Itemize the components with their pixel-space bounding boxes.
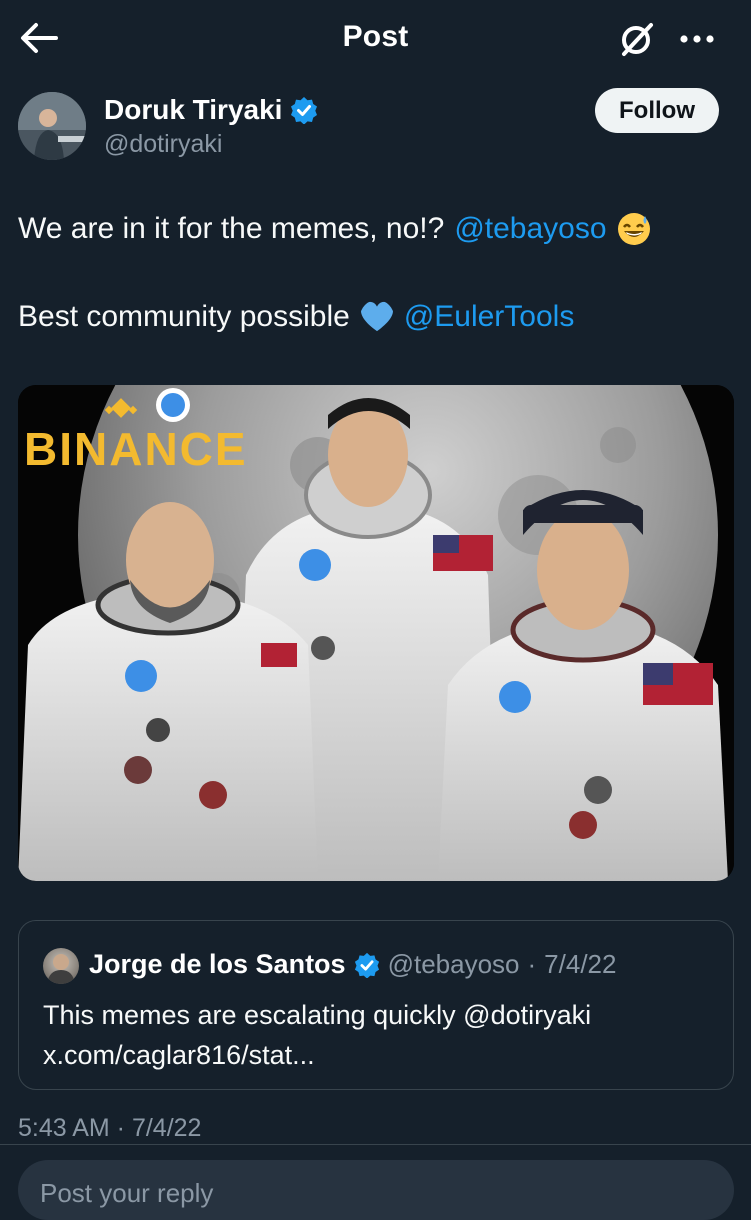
quote-author-name[interactable]: Jorge de los Santos xyxy=(89,949,346,980)
blue-heart-emoji xyxy=(360,301,393,332)
quote-header: Jorge de los Santos @tebayoso · 7/4/22 xyxy=(89,949,616,980)
reply-input[interactable]: Post your reply xyxy=(18,1160,734,1220)
verified-badge-icon xyxy=(291,97,318,124)
top-bar: Post xyxy=(0,0,751,78)
post-timestamp[interactable]: 5:43 AM · 7/4/22 xyxy=(18,1114,201,1143)
grok-button[interactable] xyxy=(614,16,660,62)
follow-button[interactable]: Follow xyxy=(595,88,719,133)
author-handle[interactable]: @dotiryaki xyxy=(104,130,222,159)
quote-avatar-photo xyxy=(47,954,75,984)
tweet-text-1: We are in it for the memes, no!? xyxy=(18,212,445,245)
mention-eulertools[interactable]: @EulerTools xyxy=(404,300,575,334)
verified-badge-icon xyxy=(354,952,379,978)
quote-author-handle: @tebayoso xyxy=(387,949,520,979)
author-name[interactable]: Doruk Tiryaki xyxy=(104,94,282,126)
tweet-line-1: We are in it for the memes, no!? @tebayo… xyxy=(18,212,651,246)
quote-author-avatar[interactable] xyxy=(43,948,79,984)
quote-text-line-2: x.com/caglar816/stat... xyxy=(43,1040,315,1070)
more-options-button[interactable] xyxy=(672,16,722,62)
binance-wordmark: BINANCE xyxy=(24,423,248,475)
tweet-text-2: Best community possible xyxy=(18,300,350,333)
avatar-photo xyxy=(18,92,86,160)
quote-date: 7/4/22 xyxy=(544,949,617,979)
meme-image: BINANCE xyxy=(18,385,734,881)
mention-tebayoso[interactable]: @tebayoso xyxy=(454,212,606,246)
more-dots-icon xyxy=(680,35,714,43)
quote-separator: · xyxy=(527,949,537,979)
quote-text-line-1: This memes are escalating quickly @dotir… xyxy=(43,1000,592,1030)
grok-slash-icon xyxy=(622,23,653,56)
quoted-post[interactable]: Jorge de los Santos @tebayoso · 7/4/22 T… xyxy=(18,920,734,1090)
tweet-line-2: Best community possible @EulerTools xyxy=(18,300,574,334)
author-avatar[interactable] xyxy=(18,92,86,160)
quote-text: This memes are escalating quickly @dotir… xyxy=(43,995,591,1075)
post-image[interactable]: BINANCE xyxy=(18,385,734,881)
grinning-sweat-emoji xyxy=(617,213,650,245)
divider xyxy=(0,1144,751,1145)
author-name-row[interactable]: Doruk Tiryaki xyxy=(104,94,318,126)
